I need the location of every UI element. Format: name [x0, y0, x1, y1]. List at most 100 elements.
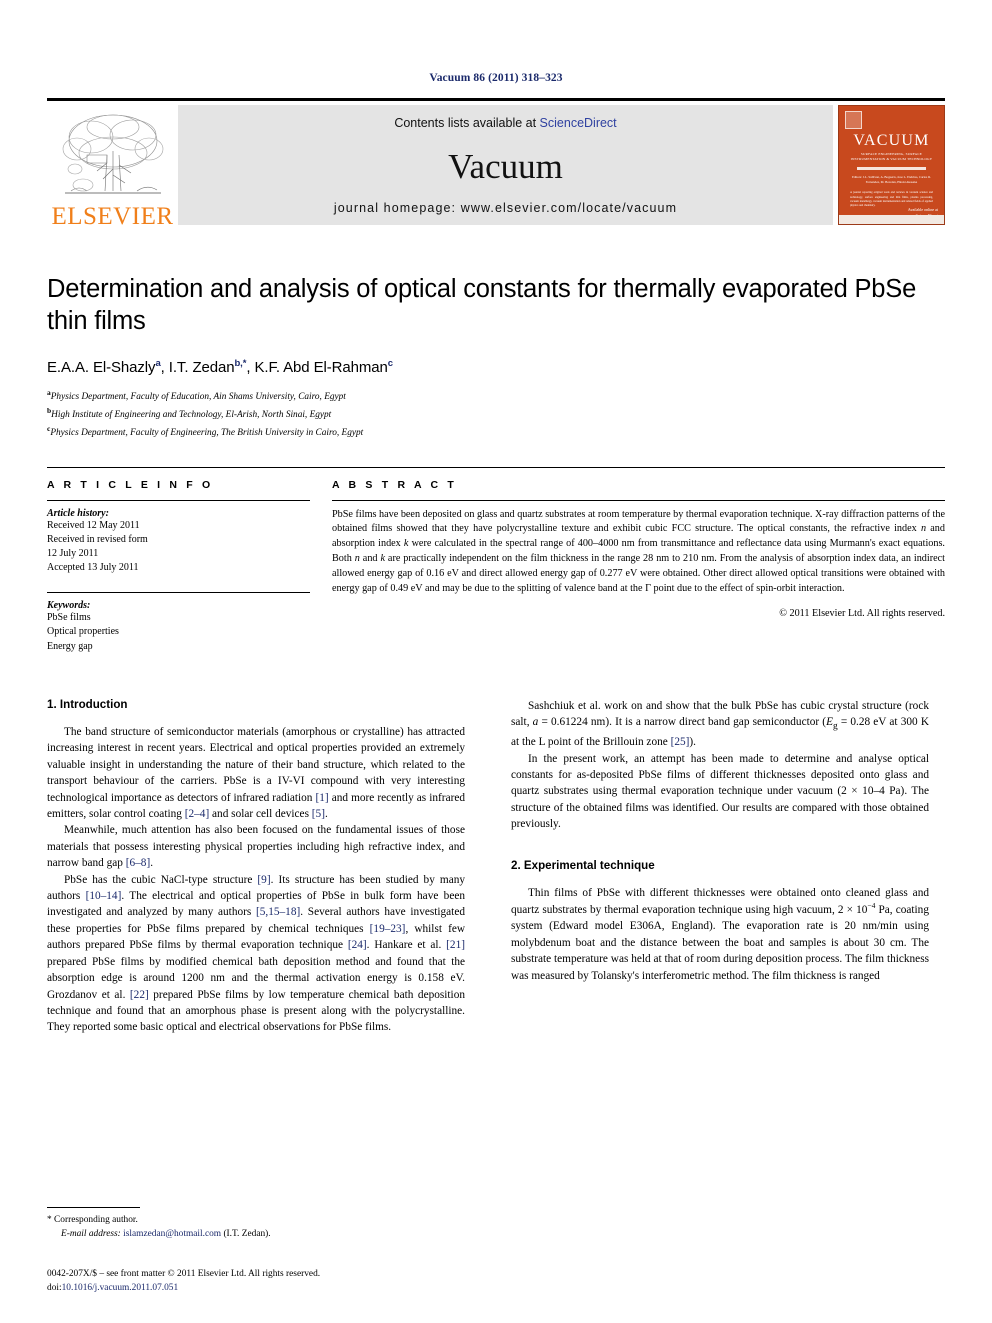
issn-line: 0042-207X/$ – see front matter © 2011 El…	[47, 1268, 321, 1279]
keyword-item: Optical properties	[47, 626, 119, 638]
abstract-text: PbSe films have been deposited on glass …	[332, 508, 945, 597]
corresponding-mark: *	[47, 1214, 52, 1225]
article-info-column: A R T I C L E I N F O Article history: R…	[47, 479, 310, 654]
keywords-block: Keywords: PbSe films Optical properties …	[47, 592, 310, 654]
contents-available-line: Contents lists available at ScienceDirec…	[394, 116, 616, 130]
abstract-rule	[332, 499, 945, 501]
issn-doi-block: 0042-207X/$ – see front matter © 2011 El…	[47, 1267, 465, 1295]
body-column-left: 1. Introduction The band structure of se…	[47, 698, 465, 1036]
keywords-label: Keywords:	[47, 600, 91, 612]
body-column-right: Sashchiuk et al. work on and show that t…	[511, 698, 929, 1036]
article-history-label: Article history:	[47, 507, 109, 519]
abstract-copyright: © 2011 Elsevier Ltd. All rights reserved…	[779, 607, 945, 619]
abstract-heading: A B S T R A C T	[332, 478, 457, 491]
affiliation-text: Physics Department, Faculty of Education…	[50, 392, 346, 403]
history-item: Accepted 13 July 2011	[47, 562, 139, 574]
italic-energy-gap-symbol: E	[826, 716, 833, 729]
citation-link[interactable]: [25]	[671, 736, 690, 748]
paragraph: Meanwhile, much attention has also been …	[47, 822, 465, 871]
affiliation-item: aPhysics Department, Faculty of Educatio…	[47, 387, 945, 405]
paper-page: Vacuum 86 (2011) 318–323 ELSEVIER Conten…	[0, 0, 992, 1323]
citation-link[interactable]: [24]	[348, 939, 367, 951]
paragraph: Thin films of PbSe with different thickn…	[511, 885, 929, 984]
paragraph: In the present work, an attempt has been…	[511, 752, 929, 831]
citation-link[interactable]: [10–14]	[86, 890, 122, 902]
author-affil-mark: c	[387, 358, 393, 370]
corresponding-text: Corresponding author.	[54, 1214, 138, 1225]
paragraph: The band structure of semiconductor mate…	[47, 724, 465, 823]
citation-link[interactable]: [1]	[316, 792, 329, 804]
history-item: 12 July 2011	[47, 547, 99, 559]
journal-banner: ELSEVIER Contents lists available at Sci…	[47, 98, 945, 229]
info-abstract-region: A R T I C L E I N F O Article history: R…	[47, 466, 945, 654]
page-footer: * Corresponding author. E-mail address: …	[47, 1206, 465, 1295]
journal-cover-thumbnail[interactable]: VACUUM SURFACE ENGINEERING, SURFACE INST…	[838, 105, 945, 225]
elsevier-wordmark: ELSEVIER	[51, 203, 174, 230]
email-owner: (I.T. Zedan).	[223, 1228, 271, 1239]
cover-bottom-strip	[839, 215, 944, 224]
elsevier-logo-block: ELSEVIER	[47, 101, 178, 229]
cover-subtitle: SURFACE ENGINEERING, SURFACE INSTRUMENTA…	[850, 152, 933, 162]
journal-homepage[interactable]: journal homepage: www.elsevier.com/locat…	[334, 201, 677, 215]
doi-link[interactable]: 10.1016/j.vacuum.2011.07.051	[62, 1283, 179, 1293]
affiliation-text: High Institute of Engineering and Techno…	[51, 410, 332, 421]
affiliation-item: bHigh Institute of Engineering and Techn…	[47, 405, 945, 423]
author-list: E.A.A. El-Shazlya, I.T. Zedanb,*, K.F. A…	[47, 358, 393, 377]
cover-title: VACUUM	[853, 132, 930, 149]
history-item: Received in revised form	[47, 533, 148, 545]
sciencedirect-link[interactable]: ScienceDirect	[540, 116, 617, 130]
email-label: E-mail address:	[61, 1228, 121, 1239]
affiliation-text: Physics Department, Faculty of Engineeri…	[50, 427, 364, 438]
citation-link[interactable]: [22]	[130, 989, 149, 1001]
elsevier-tree-icon	[62, 114, 163, 194]
email-link[interactable]: islamzedan@hotmail.com	[123, 1229, 221, 1239]
keywords-list: PbSe films Optical properties Energy gap	[47, 611, 310, 654]
email-note: E-mail address: islamzedan@hotmail.com (…	[47, 1227, 465, 1241]
citation-link[interactable]: [5]	[312, 808, 325, 820]
citation-link[interactable]: [21]	[446, 939, 465, 951]
author-affil-mark: b,*	[234, 358, 247, 370]
cover-editors: Editors: J.L. Sullivan, A. Bogaerts, Jos…	[851, 175, 932, 185]
para-seg: = 0.61224 nm). It is a narrow direct ban…	[538, 716, 827, 729]
corresponding-author-note: * Corresponding author.	[47, 1213, 465, 1227]
para-seg: .	[324, 807, 328, 820]
keywords-rule	[47, 592, 310, 594]
citation-link[interactable]: [9]	[257, 874, 270, 886]
journal-cover-block: VACUUM SURFACE ENGINEERING, SURFACE INST…	[833, 101, 945, 229]
para-seg: ).	[689, 736, 697, 749]
author-name: I.T. Zedan	[168, 359, 235, 377]
abstract-column: A B S T R A C T PbSe films have been dep…	[332, 479, 945, 654]
citation-link[interactable]: [19–23]	[370, 923, 406, 935]
abstract-seg: PbSe films have been deposited on glass …	[332, 508, 945, 535]
article-info-heading: A R T I C L E I N F O	[47, 478, 214, 491]
citation-link[interactable]: [5,15–18]	[256, 906, 300, 918]
doi-line: doi:10.1016/j.vacuum.2011.07.051	[47, 1281, 465, 1295]
history-item: Received 12 May 2011	[47, 519, 140, 531]
paragraph: PbSe has the cubic NaCl-type structure […	[47, 872, 465, 1036]
section-heading-introduction: 1. Introduction	[47, 697, 128, 711]
affiliation-list: aPhysics Department, Faculty of Educatio…	[47, 387, 945, 440]
author-affil-mark: a	[155, 358, 161, 370]
running-head: Vacuum 86 (2011) 318–323	[429, 72, 563, 84]
footnote-rule	[47, 1206, 140, 1208]
section-heading-experimental: 2. Experimental technique	[511, 858, 655, 872]
para-seg: and solar cell devices	[209, 807, 312, 820]
cover-elsevier-icon	[845, 111, 862, 129]
cover-description: A journal reporting original work and re…	[850, 191, 933, 208]
author-name: E.A.A. El-Shazly	[47, 359, 156, 377]
article-history-list: Received 12 May 2011 Received in revised…	[47, 519, 310, 576]
page-title: Determination and analysis of optical co…	[47, 275, 917, 336]
article-header: Determination and analysis of optical co…	[47, 273, 945, 441]
doi-label: doi:	[47, 1282, 62, 1293]
paragraph: Sashchiuk et al. work on and show that t…	[511, 698, 929, 751]
journal-banner-center: Contents lists available at ScienceDirec…	[178, 105, 833, 225]
para-seg: . Hankare et al.	[366, 939, 447, 952]
abstract-seg: and	[359, 553, 381, 565]
para-seg: PbSe has the cubic NaCl-type structure	[64, 873, 258, 886]
contents-prefix: Contents lists available at	[394, 116, 540, 130]
author-name: K.F. Abd El-Rahman	[254, 359, 388, 377]
citation-link[interactable]: [2–4]	[185, 808, 209, 820]
cover-divider	[857, 167, 926, 171]
keyword-item: Energy gap	[47, 640, 93, 652]
citation-link[interactable]: [6–8]	[126, 857, 150, 869]
